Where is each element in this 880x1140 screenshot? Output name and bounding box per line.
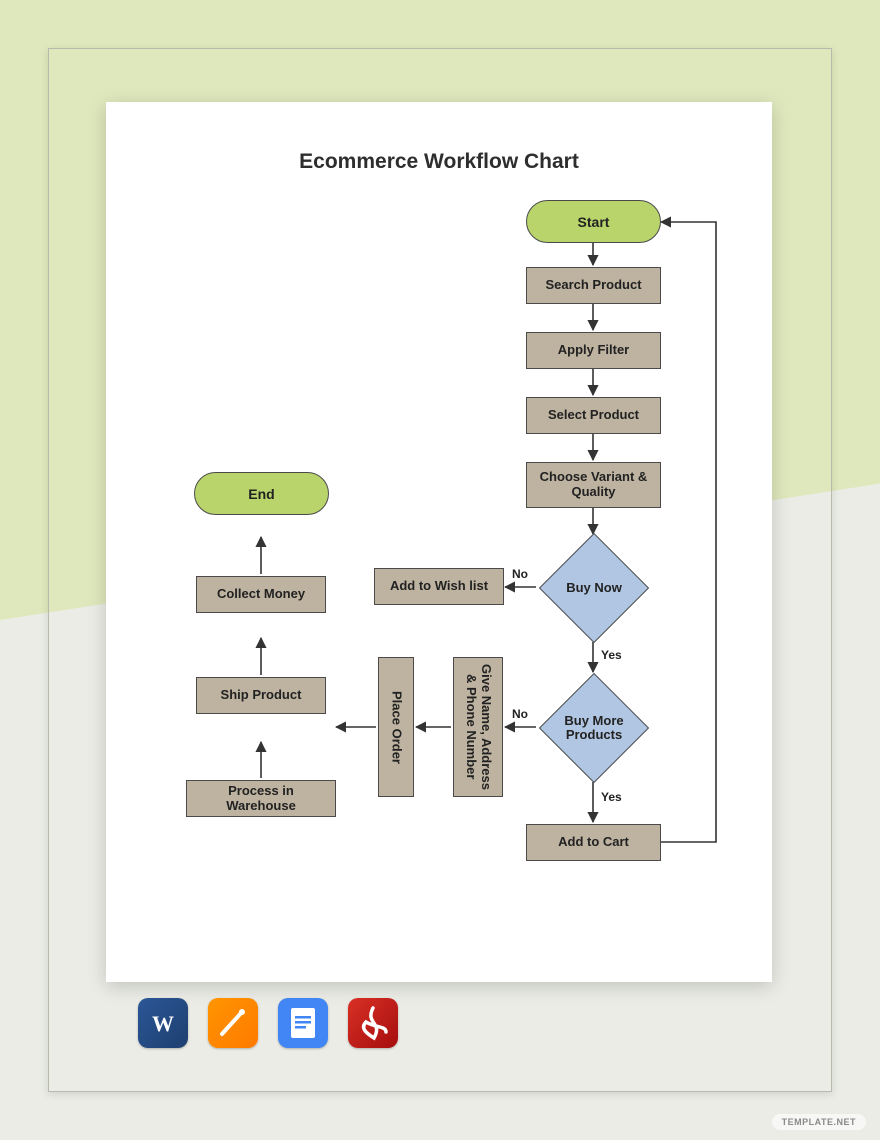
word-icon: W — [138, 998, 188, 1048]
document-page: Ecommerce Workflow Chart Start Search — [106, 102, 772, 982]
node-select-product: Select Product — [526, 397, 661, 434]
node-end: End — [194, 472, 329, 515]
node-start: Start — [526, 200, 661, 243]
node-apply-filter: Apply Filter — [526, 332, 661, 369]
format-icons-row: W — [138, 998, 398, 1048]
node-search-product: Search Product — [526, 267, 661, 304]
label-yes-1: Yes — [601, 648, 622, 662]
svg-text:W: W — [152, 1011, 174, 1036]
pdf-icon — [348, 998, 398, 1048]
node-customer-details: Give Name, Address & Phone Number — [453, 657, 503, 797]
node-collect-money: Collect Money — [196, 576, 326, 613]
node-warehouse: Process in Warehouse — [186, 780, 336, 817]
node-place-order: Place Order — [378, 657, 414, 797]
node-choose-variant: Choose Variant & Quality — [526, 462, 661, 508]
watermark: TEMPLATE.NET — [772, 1114, 866, 1130]
chart-title: Ecommerce Workflow Chart — [106, 150, 772, 174]
label-no-2: No — [512, 707, 528, 721]
label-no-1: No — [512, 567, 528, 581]
node-ship-product: Ship Product — [196, 677, 326, 714]
gdocs-icon — [278, 998, 328, 1048]
flow-arrows — [106, 102, 772, 982]
node-add-to-cart: Add to Cart — [526, 824, 661, 861]
node-wishlist: Add to Wish list — [374, 568, 504, 605]
pages-icon — [208, 998, 258, 1048]
decision-buy-now: Buy Now — [555, 549, 633, 627]
label-yes-2: Yes — [601, 790, 622, 804]
decision-buy-more: Buy More Products — [555, 689, 633, 767]
